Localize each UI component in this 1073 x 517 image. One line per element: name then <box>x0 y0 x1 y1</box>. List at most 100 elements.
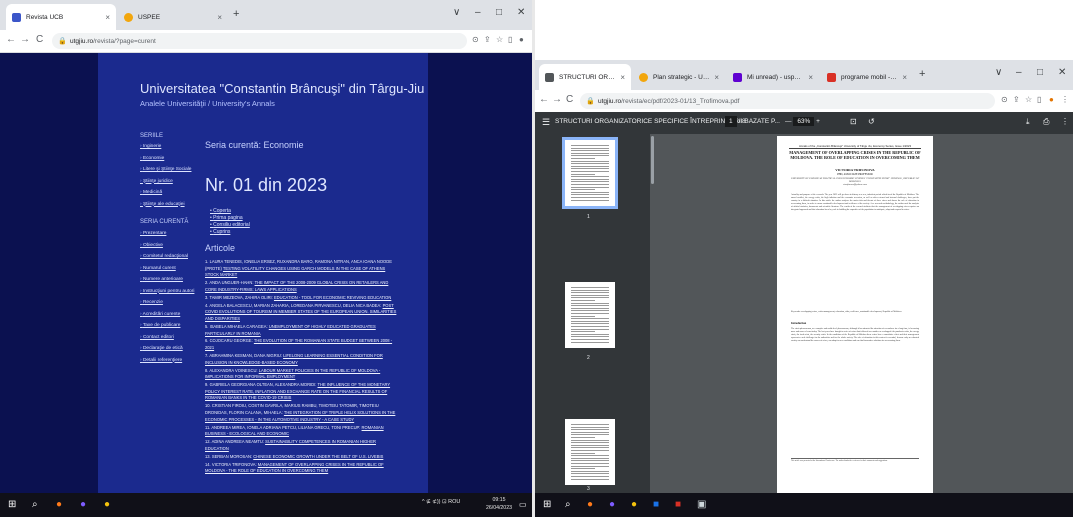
current-series-link[interactable]: Declaraţie de etică <box>140 343 190 355</box>
tab-pdf-document[interactable]: STRUCTURI ORGANIZATORICE S × <box>539 64 631 90</box>
minimize-button[interactable]: – <box>475 7 481 18</box>
back-button[interactable]: ← <box>6 34 16 45</box>
series-link[interactable]: Ştiinţe ale educaţiei <box>140 199 190 211</box>
print-icon[interactable]: ⎙ <box>1043 117 1049 127</box>
issue-link[interactable]: Cuprins <box>210 229 250 236</box>
zoom-input[interactable]: 63% <box>793 117 815 126</box>
current-series-link[interactable]: Prezentare <box>140 228 190 240</box>
firefox-icon[interactable]: ● <box>56 498 62 512</box>
tab-close-icon[interactable]: × <box>804 73 813 82</box>
maximize-button[interactable]: □ <box>1037 67 1043 78</box>
pdf-reader-icon[interactable]: ■ <box>675 498 681 512</box>
viber-icon[interactable]: ● <box>609 498 615 512</box>
zoom-out-button[interactable]: — <box>785 118 792 125</box>
windows-start-icon[interactable]: ⊞ <box>8 498 16 512</box>
clock[interactable]: 09:15 26/04/2023 <box>486 496 512 512</box>
tab-yahoo-mail[interactable]: Mi unread) - uspee.ro@yahoo.c × <box>727 64 819 90</box>
firefox-icon[interactable]: ● <box>587 498 593 512</box>
article-title-link[interactable]: EDUCATION - TOOL FOR ECONOMIC REVIVING E… <box>274 295 391 300</box>
article-authors: ANDA UNGUER-HAHN: <box>209 280 254 286</box>
windows-start-icon[interactable]: ⊞ <box>543 498 551 512</box>
article-title-link[interactable]: TESTING VOLATILITY CHANGES USING GARCH M… <box>205 266 385 278</box>
google-lens-icon[interactable]: ⊙ <box>472 35 479 44</box>
series-link[interactable]: Ştiinţe juridice <box>140 176 190 188</box>
series-link[interactable]: Inginerie <box>140 141 190 153</box>
current-series-link[interactable]: Obiective <box>140 240 190 252</box>
viber-icon[interactable]: ● <box>80 498 86 512</box>
forward-button[interactable]: → <box>552 94 562 105</box>
close-window-button[interactable]: ✕ <box>1058 67 1066 78</box>
chrome-icon[interactable]: ● <box>104 498 110 512</box>
forward-button[interactable]: → <box>20 34 30 45</box>
reload-button[interactable]: C <box>36 34 43 45</box>
series-link[interactable]: Medicină <box>140 187 190 199</box>
tab-close-icon[interactable]: × <box>213 13 222 22</box>
current-series-link[interactable]: Detalii referenţiere <box>140 355 190 367</box>
tab-plan-strategic[interactable]: Plan strategic - USPEE × <box>633 64 725 90</box>
side-panel-icon[interactable]: ▯ <box>508 35 512 44</box>
profile-icon[interactable]: ● <box>1049 95 1054 104</box>
page-thumbnail[interactable] <box>565 282 615 348</box>
rotate-icon[interactable]: ↺ <box>868 117 875 126</box>
thumbnail-scrollbar[interactable] <box>651 136 654 184</box>
current-series-link[interactable]: Comitetul redacţional <box>140 251 190 263</box>
current-series-link[interactable]: Acreditări curente <box>140 309 190 321</box>
tab-close-icon[interactable]: × <box>710 73 719 82</box>
tab-gmail[interactable]: programe mobil - seminare - clin × <box>821 64 913 90</box>
new-tab-button[interactable]: + <box>233 8 239 20</box>
issue-link[interactable]: Consiliu editorial <box>210 222 250 229</box>
share-icon[interactable]: ⇪ <box>1013 95 1020 104</box>
current-series-link[interactable]: Numere anterioare <box>140 274 190 286</box>
zoom-in-button[interactable]: + <box>816 118 820 125</box>
tab-search-icon[interactable]: ∨ <box>995 67 1002 78</box>
current-series-link[interactable]: Contact editori <box>140 332 190 344</box>
address-bar[interactable]: 🔒 utgjiu.ro/revista/?page=curent <box>52 33 467 49</box>
series-link[interactable]: Economie <box>140 153 190 165</box>
article-title-link[interactable]: CHINESE ECONOMIC GROWTH UNDER THE BELT O… <box>253 454 383 459</box>
bookmark-star-icon[interactable]: ☆ <box>496 35 503 44</box>
tab-search-icon[interactable]: ∨ <box>453 7 460 18</box>
issue-link[interactable]: Coperta <box>210 208 250 215</box>
tab-close-icon[interactable]: × <box>616 73 625 82</box>
more-options-icon[interactable]: ⋮ <box>1061 117 1069 126</box>
system-tray[interactable]: ^ ⊈ ⊄)) ⊡ ROU <box>422 499 460 505</box>
share-icon[interactable]: ⇪ <box>484 35 491 44</box>
reload-button[interactable]: C <box>566 94 573 105</box>
side-panel-icon[interactable]: ▯ <box>1037 95 1041 104</box>
tab-close-icon[interactable]: × <box>898 73 907 82</box>
new-tab-button[interactable]: + <box>919 68 925 80</box>
thumbnail-text-line <box>571 178 609 180</box>
fit-to-page-icon[interactable]: ⊡ <box>850 117 857 126</box>
article-title: MANAGEMENT OF OVERLAPPING CRISES IN THE … <box>789 150 921 161</box>
minimize-button[interactable]: – <box>1016 67 1022 78</box>
download-icon[interactable]: ⤓ <box>1026 117 1030 127</box>
profile-icon[interactable]: ● <box>519 35 524 44</box>
page-thumbnail[interactable] <box>565 419 615 485</box>
address-bar[interactable]: 🔒 utgjiu.ro/revista/ec/pdf/2023-01/13_Tr… <box>580 93 995 109</box>
current-series-link[interactable]: Recenzie <box>140 297 190 309</box>
photos-icon[interactable]: ▣ <box>697 498 706 512</box>
maximize-button[interactable]: □ <box>496 7 502 18</box>
bookmark-star-icon[interactable]: ☆ <box>1025 95 1032 104</box>
current-series-link[interactable]: Numarul curent <box>140 263 190 275</box>
series-link[interactable]: Litere şi Ştiinţe Sociale <box>140 164 192 176</box>
back-button[interactable]: ← <box>539 94 549 105</box>
current-series-link[interactable]: Taxe de publicare <box>140 320 190 332</box>
tab-close-icon[interactable]: × <box>101 13 110 22</box>
pdf-menu-icon[interactable]: ☰ <box>542 117 550 128</box>
menu-icon[interactable]: ⋮ <box>1061 95 1069 104</box>
tab-uspee[interactable]: USPEE × <box>118 4 228 30</box>
close-window-button[interactable]: ✕ <box>517 7 525 18</box>
notification-icon[interactable]: ▭ <box>519 498 527 512</box>
search-icon[interactable]: ⌕ <box>32 498 38 512</box>
google-lens-icon[interactable]: ⊙ <box>1001 95 1008 104</box>
page-thumbnail[interactable] <box>562 137 618 209</box>
word-icon[interactable]: ■ <box>653 498 659 512</box>
tab-revista-ucb[interactable]: Revista UCB × <box>6 4 116 30</box>
page-number-input[interactable]: 1 <box>725 116 737 127</box>
current-series-link[interactable]: Instrucţiuni pentru autori <box>140 286 194 298</box>
chrome-icon[interactable]: ● <box>631 498 637 512</box>
search-icon[interactable]: ⌕ <box>565 498 571 512</box>
issue-link[interactable]: Prima pagina <box>210 215 250 222</box>
clock-date: 26/04/2023 <box>486 505 512 511</box>
